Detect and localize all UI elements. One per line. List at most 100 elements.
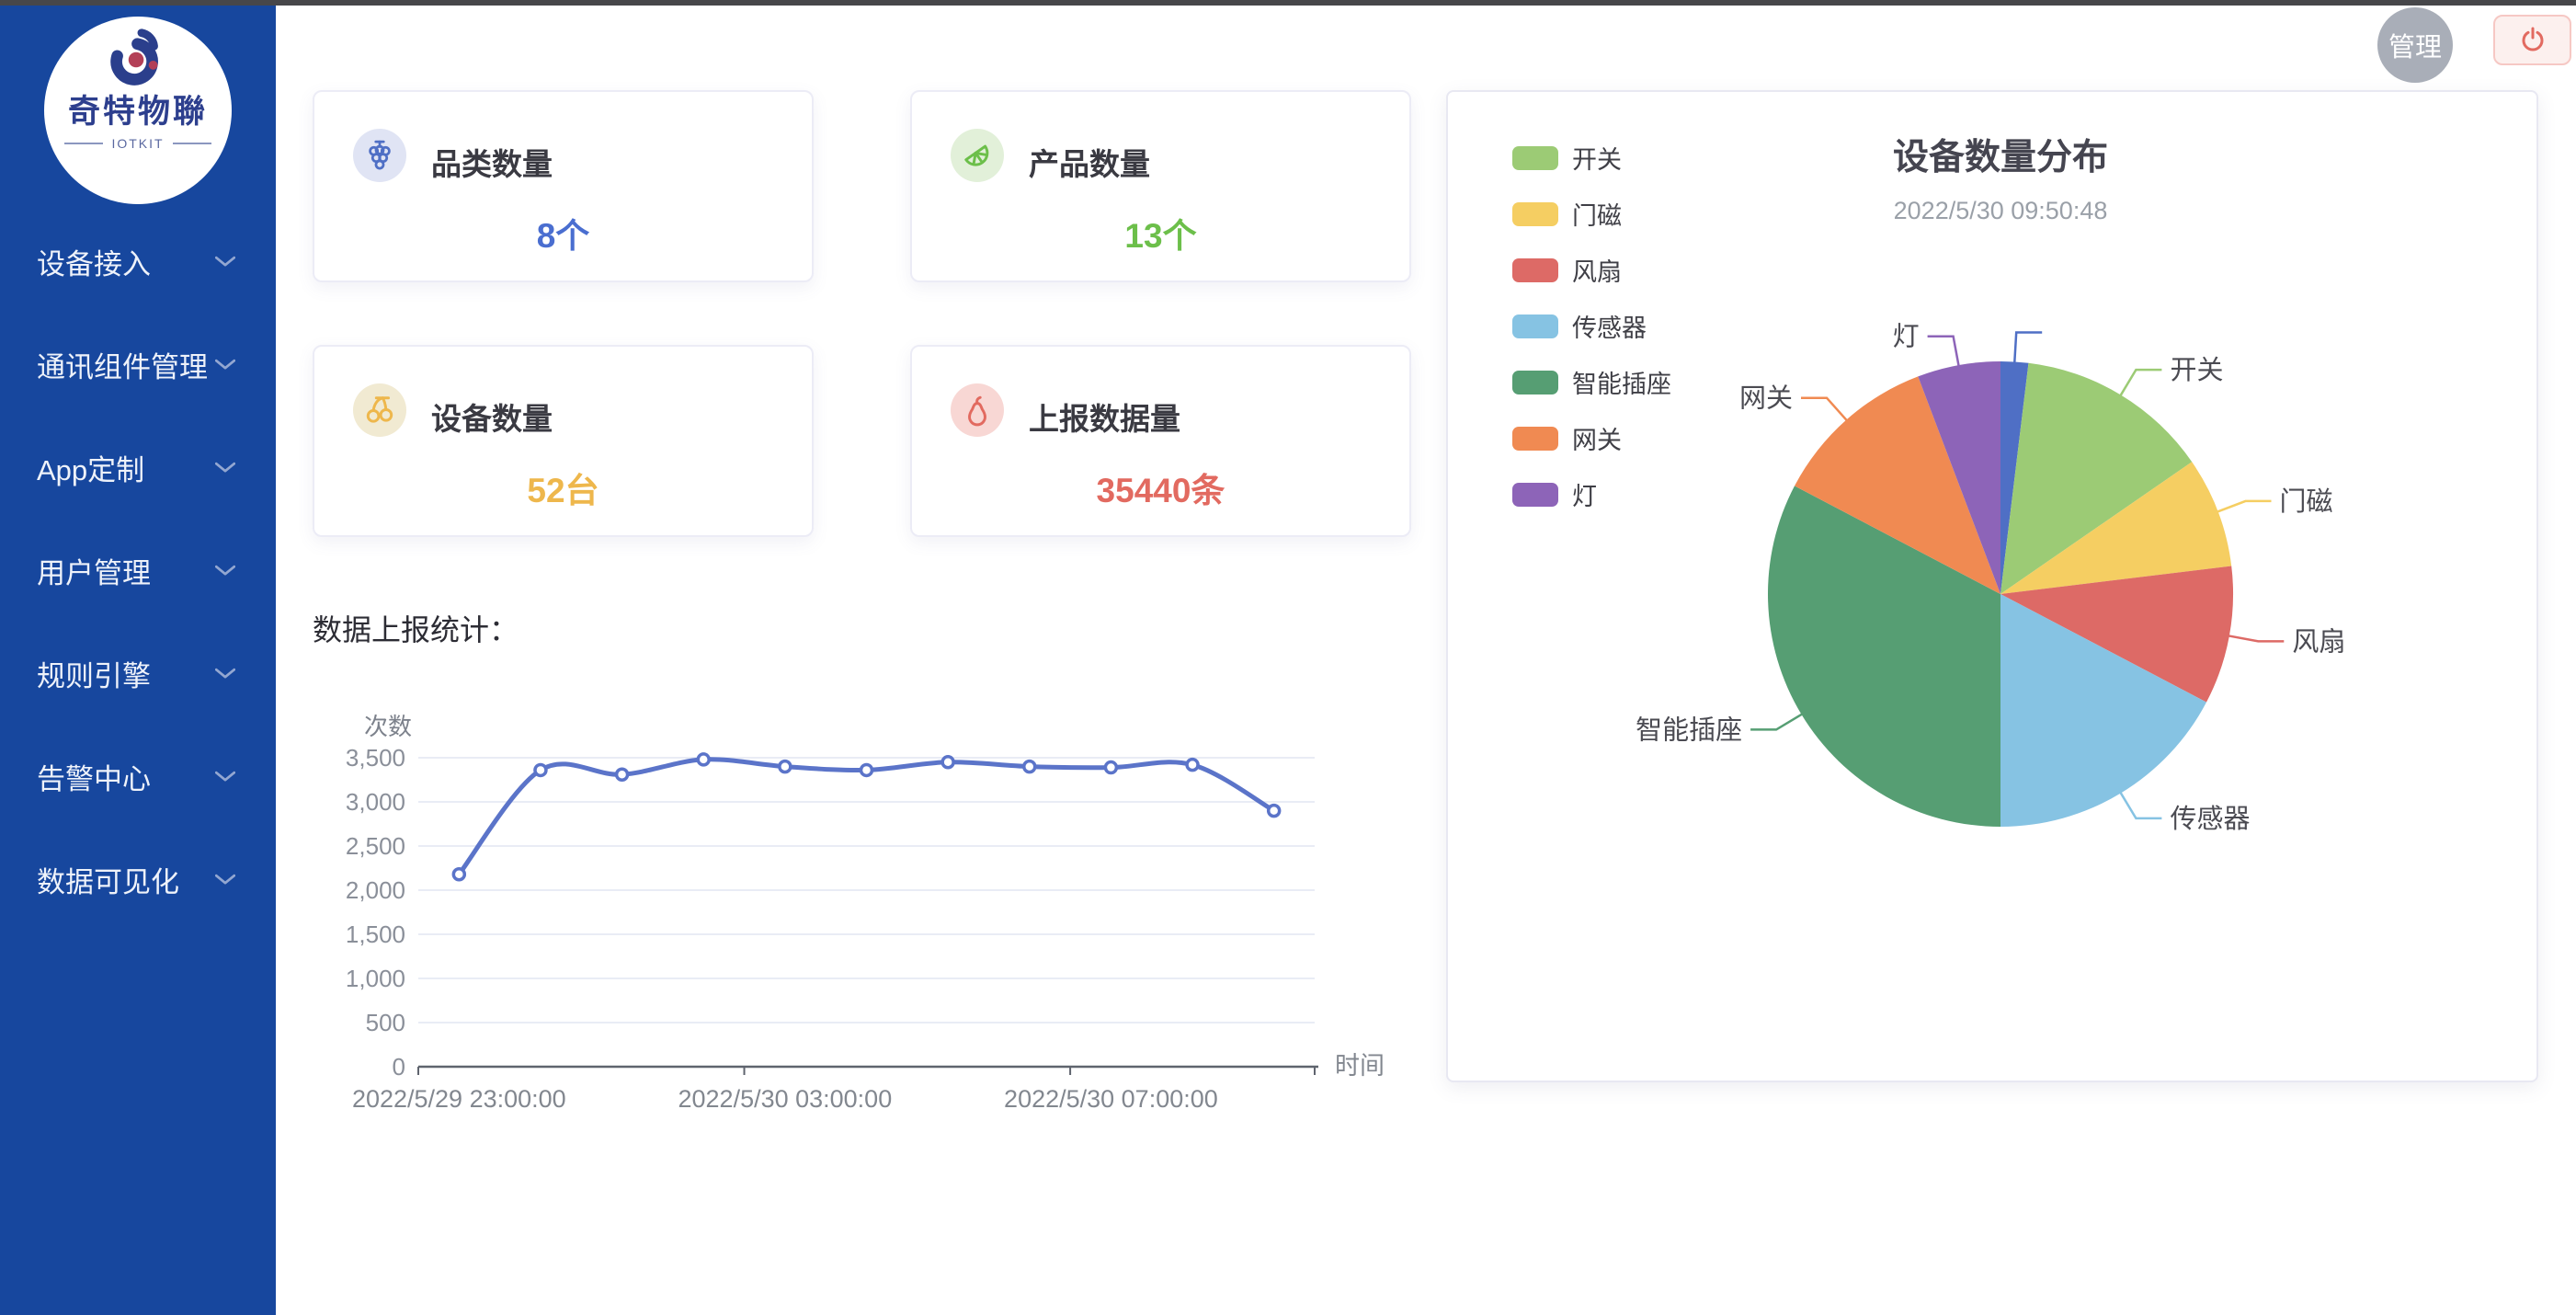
legend-item-5[interactable]: 网关 <box>1512 420 1671 456</box>
stat-card-value: 8个 <box>314 208 812 257</box>
sidebar-item-label: App定制 <box>37 447 144 488</box>
pie-label-leader <box>1750 714 1803 730</box>
sidebar: 奇特物聯 IOTKIT 设备接入通讯组件管理 App定制用户管理规则引擎告警中心数… <box>0 6 276 1315</box>
lime-icon <box>951 129 1004 182</box>
stat-card-product-count: 产品数量 13个 <box>910 90 1411 282</box>
line-data-point[interactable] <box>1105 762 1116 773</box>
chevron-down-icon <box>215 874 235 886</box>
line-data-point[interactable] <box>1187 760 1198 771</box>
pie-slice-label: 门磁 <box>2279 486 2332 517</box>
sidebar-item-label: 通讯组件管理 <box>37 344 208 385</box>
line-data-point[interactable] <box>617 769 628 780</box>
chevron-down-icon <box>215 462 235 474</box>
svg-text:2022/5/30 07:00:00: 2022/5/30 07:00:00 <box>1004 1085 1218 1113</box>
svg-text:2,000: 2,000 <box>346 876 405 904</box>
line-chart[interactable]: 05001,0001,5002,0002,5003,0003,5002022/5… <box>303 694 1407 1136</box>
logo-divider-line <box>173 143 211 144</box>
sidebar-item-0[interactable]: 设备接入 <box>0 210 276 313</box>
line-data-point[interactable] <box>861 764 872 775</box>
logo-subtitle: IOTKIT <box>111 136 164 151</box>
sidebar-item-label: 用户管理 <box>37 550 151 591</box>
sidebar-item-label: 告警中心 <box>37 756 151 797</box>
stat-card-title: 产品数量 <box>1029 140 1150 184</box>
svg-text:1,000: 1,000 <box>346 965 405 992</box>
sidebar-item-4[interactable]: 规则引擎 <box>0 622 276 725</box>
line-data-point[interactable] <box>698 754 709 765</box>
sidebar-item-6[interactable]: 数据可见化 <box>0 828 276 931</box>
pie-slice-label: 风扇 <box>2292 626 2345 657</box>
pie-label-leader <box>2014 333 2042 364</box>
logout-button[interactable] <box>2493 15 2571 65</box>
logo-swirl-icon <box>102 24 174 96</box>
stat-card-report-count: 上报数据量 35440条 <box>910 345 1411 537</box>
user-avatar[interactable]: 管理 <box>2377 7 2453 83</box>
legend-item-1[interactable]: 门磁 <box>1512 196 1671 232</box>
svg-text:1,500: 1,500 <box>346 920 405 948</box>
sidebar-item-1[interactable]: 通讯组件管理 <box>0 313 276 416</box>
avatar-label: 管理 <box>2388 26 2442 64</box>
logo-divider-line <box>64 143 103 144</box>
sidebar-item-5[interactable]: 告警中心 <box>0 725 276 828</box>
logo-title: 奇特物聯 <box>68 96 208 128</box>
line-data-point[interactable] <box>942 757 953 768</box>
app-logo[interactable]: 奇特物聯 IOTKIT <box>44 17 232 204</box>
stat-card-value: 13个 <box>912 208 1409 257</box>
sidebar-item-label: 设备接入 <box>37 241 151 282</box>
legend-label: 门磁 <box>1572 196 1622 232</box>
power-icon <box>2518 26 2548 55</box>
line-chart-heading: 数据上报统计： <box>313 607 519 649</box>
device-distribution-card: 开关门磁风扇传感器智能插座网关灯 设备数量分布 2022/5/30 09:50:… <box>1446 90 2538 1082</box>
pie-label-leader <box>2228 635 2284 641</box>
pie-legend: 开关门磁风扇传感器智能插座网关灯 <box>1512 140 1671 532</box>
legend-item-6[interactable]: 灯 <box>1512 476 1671 512</box>
legend-label: 智能插座 <box>1572 364 1671 400</box>
svg-text:2022/5/29 23:00:00: 2022/5/29 23:00:00 <box>352 1085 566 1113</box>
sidebar-item-3[interactable]: 用户管理 <box>0 519 276 622</box>
legend-item-2[interactable]: 风扇 <box>1512 252 1671 288</box>
grapes-icon <box>353 129 406 182</box>
svg-text:次数: 次数 <box>364 713 412 740</box>
cherries-icon <box>353 383 406 437</box>
svg-text:2022/5/30 03:00:00: 2022/5/30 03:00:00 <box>678 1085 893 1113</box>
legend-item-0[interactable]: 开关 <box>1512 140 1671 176</box>
stat-card-title: 品类数量 <box>431 140 553 184</box>
pie-chart-timestamp: 2022/5/30 09:50:48 <box>1724 197 2277 225</box>
line-data-point[interactable] <box>1024 761 1035 772</box>
window-top-strip <box>0 0 2576 6</box>
pie-label-leader <box>1928 337 1959 367</box>
legend-item-4[interactable]: 智能插座 <box>1512 364 1671 400</box>
line-data-point[interactable] <box>453 869 464 880</box>
pie-slice-label: 网关 <box>1739 383 1793 414</box>
legend-swatch <box>1512 427 1558 451</box>
stat-card-device-count: 设备数量 52台 <box>313 345 814 537</box>
line-data-point[interactable] <box>1269 806 1280 817</box>
legend-swatch <box>1512 202 1558 226</box>
legend-item-3[interactable]: 传感器 <box>1512 308 1671 344</box>
legend-label: 风扇 <box>1572 252 1622 288</box>
pie-label-leader <box>2120 792 2162 818</box>
chevron-down-icon <box>215 565 235 577</box>
logo-subtitle-row: IOTKIT <box>64 136 211 151</box>
stat-card-category-count: 品类数量 8个 <box>313 90 814 282</box>
legend-label: 灯 <box>1572 476 1597 512</box>
pear-icon <box>951 383 1004 437</box>
pie-slice-label: 灯 <box>1893 322 1920 352</box>
line-data-point[interactable] <box>535 764 546 775</box>
chevron-down-icon <box>215 668 235 680</box>
legend-swatch <box>1512 146 1558 170</box>
svg-text:500: 500 <box>366 1009 405 1036</box>
legend-label: 开关 <box>1572 140 1622 176</box>
sidebar-item-2[interactable]: App定制 <box>0 416 276 519</box>
legend-swatch <box>1512 314 1558 338</box>
pie-slice-label: 智能插座 <box>1636 715 1742 745</box>
sidebar-item-label: 规则引擎 <box>37 653 151 694</box>
chevron-down-icon <box>215 359 235 371</box>
line-data-point[interactable] <box>780 761 791 772</box>
pie-chart-title: 设备数量分布 <box>1724 129 2277 180</box>
svg-text:时间: 时间 <box>1335 1052 1385 1080</box>
pie-label-leader <box>2120 370 2162 396</box>
svg-text:0: 0 <box>393 1053 405 1081</box>
stat-card-title: 设备数量 <box>431 394 553 439</box>
pie-label-leader <box>1801 398 1848 421</box>
sidebar-item-label: 数据可见化 <box>37 859 179 900</box>
